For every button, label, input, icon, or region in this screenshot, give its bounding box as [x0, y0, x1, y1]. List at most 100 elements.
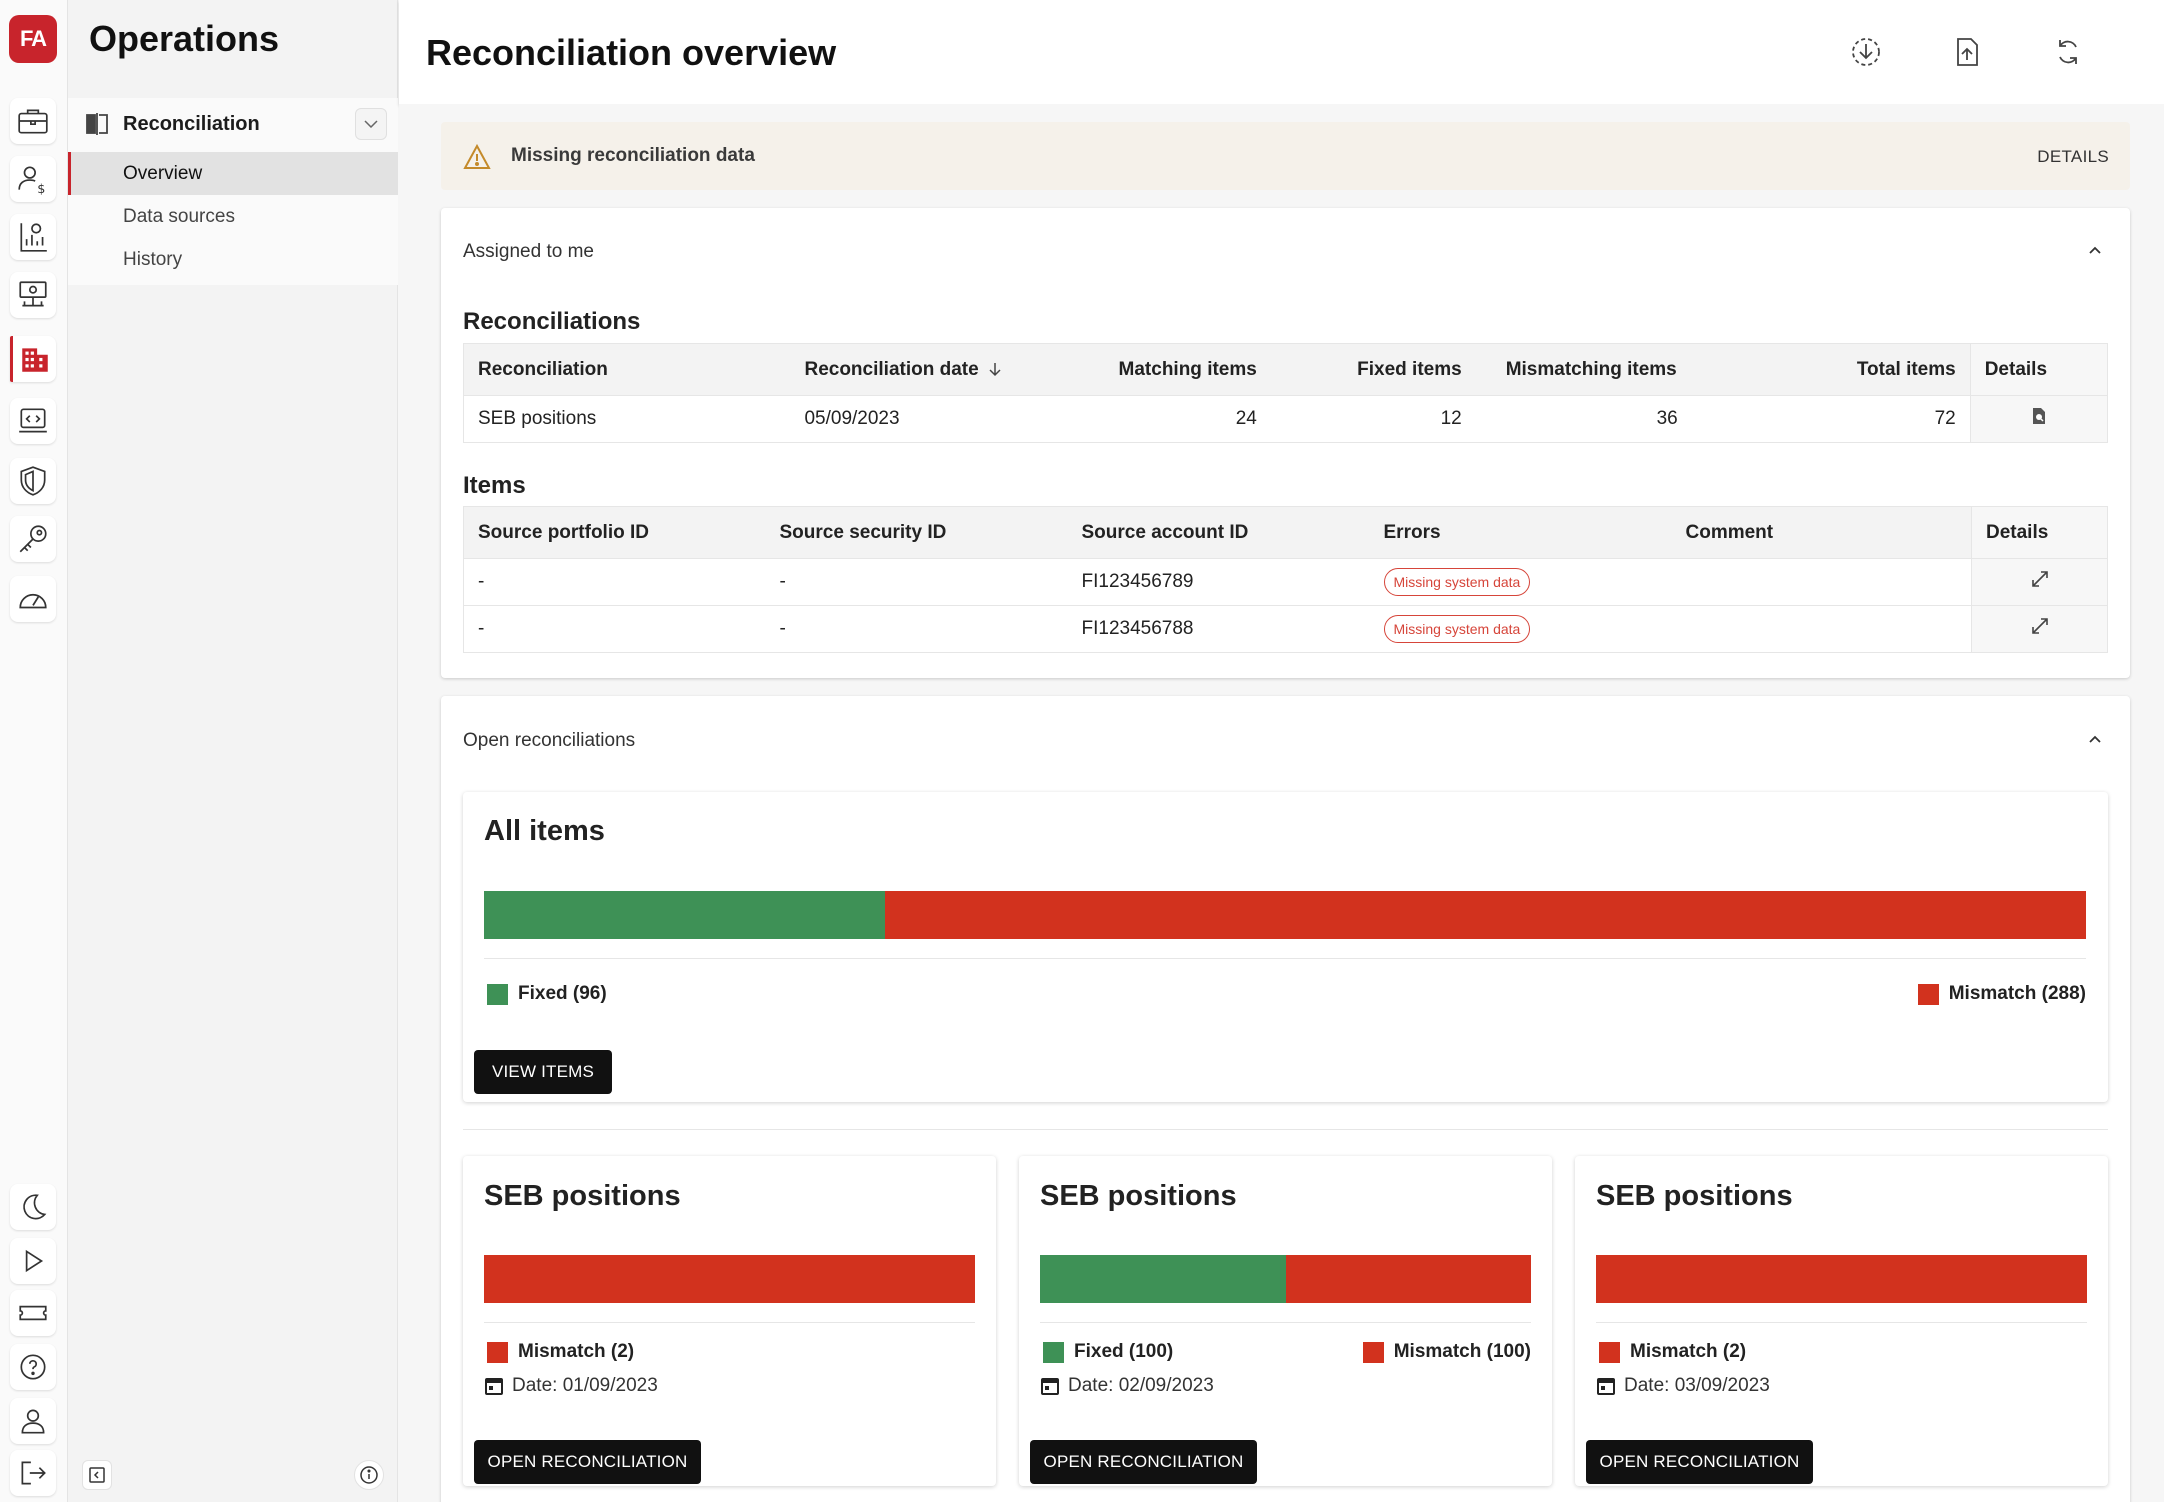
- cell-security: -: [765, 558, 1068, 606]
- open-reconciliation-button[interactable]: OPEN RECONCILIATION: [1586, 1440, 1813, 1484]
- card-bar: [1596, 1255, 2087, 1303]
- expand-icon[interactable]: [2030, 616, 2050, 636]
- table-row[interactable]: - - FI123456788 Missing system data: [463, 605, 2108, 653]
- nav-item-history[interactable]: History: [68, 238, 398, 281]
- legend-mismatch-label: Mismatch (2): [518, 1341, 635, 1362]
- nav-group-reconciliation[interactable]: Reconciliation: [68, 98, 398, 150]
- cell-comment: [1671, 605, 1972, 653]
- sort-down-icon[interactable]: [987, 361, 1003, 377]
- document-search-icon[interactable]: [2030, 407, 2048, 425]
- cell-details: [1969, 395, 2108, 443]
- open-reconciliation-button[interactable]: OPEN RECONCILIATION: [1030, 1440, 1257, 1484]
- col-reconciliation-date[interactable]: Reconciliation date: [790, 343, 1033, 396]
- icon-rail: FA $: [0, 0, 68, 1502]
- all-items-card: All items Fixed (96) Mismatch (288) VIEW…: [463, 792, 2108, 1102]
- chevron-up-icon[interactable]: [2082, 237, 2108, 263]
- collapse-sidebar-icon[interactable]: [82, 1460, 112, 1490]
- play-icon[interactable]: [10, 1238, 56, 1284]
- col-matching-items[interactable]: Matching items: [1032, 343, 1271, 396]
- reconciliations-title: Reconciliations: [463, 308, 641, 335]
- col-reconciliation-date-label: Reconciliation date: [804, 358, 979, 380]
- cell-reconciliation: SEB positions: [463, 395, 791, 443]
- table-header-row: Source portfolio ID Source security ID S…: [463, 506, 2108, 559]
- reconciliation-card: SEB positions Fixed (100) Mismatch (100)…: [1019, 1156, 1552, 1486]
- cell-security: -: [765, 605, 1068, 653]
- card-date: Date: 02/09/2023: [1040, 1375, 1214, 1397]
- col-details: Details: [1971, 506, 2108, 559]
- col-details: Details: [1969, 343, 2108, 396]
- assigned-panel: Assigned to me Reconciliations Reconcili…: [441, 208, 2130, 678]
- col-errors[interactable]: Errors: [1369, 506, 1672, 559]
- col-reconciliation[interactable]: Reconciliation: [463, 343, 791, 396]
- moon-icon[interactable]: [10, 1184, 56, 1230]
- cell-fixed: 12: [1270, 395, 1476, 443]
- sub-navigation: Operations Reconciliation Overview Data …: [68, 0, 398, 1502]
- legend-swatch-fixed: [487, 983, 508, 1005]
- divider: [484, 1322, 975, 1323]
- legend-fixed-label: Fixed (100): [1074, 1341, 1174, 1362]
- card-title: SEB positions: [1596, 1180, 1793, 1212]
- col-total-items[interactable]: Total items: [1697, 343, 1971, 396]
- key-icon[interactable]: [10, 516, 56, 562]
- compare-icon: [86, 113, 108, 135]
- briefcase-icon[interactable]: [10, 98, 56, 144]
- refresh-icon[interactable]: [2048, 32, 2088, 72]
- legend-mismatch: Mismatch (2): [1599, 1341, 1746, 1363]
- legend-mismatch-label: Mismatch (288): [1948, 983, 2086, 1004]
- col-source-security-id[interactable]: Source security ID: [765, 506, 1068, 559]
- cell-comment: [1671, 558, 1972, 606]
- chevron-down-icon[interactable]: [355, 108, 387, 140]
- all-items-bar: [484, 891, 2086, 939]
- nav-item-data-sources[interactable]: Data sources: [68, 195, 398, 238]
- bar-mismatch-segment: [484, 1255, 975, 1303]
- info-icon[interactable]: [354, 1460, 384, 1490]
- card-bar: [484, 1255, 975, 1303]
- view-items-button[interactable]: VIEW ITEMS: [474, 1050, 612, 1094]
- fa-logo[interactable]: FA: [9, 15, 57, 63]
- page-title: Reconciliation overview: [426, 32, 837, 73]
- user-money-icon[interactable]: $: [10, 156, 56, 202]
- report-chart-icon[interactable]: [10, 214, 56, 260]
- logout-icon[interactable]: [10, 1450, 56, 1496]
- monitor-network-icon[interactable]: [10, 272, 56, 318]
- building-icon[interactable]: [10, 336, 56, 382]
- code-window-icon[interactable]: [10, 398, 56, 444]
- reconciliation-card: SEB positions Mismatch (2) Date: 01/09/2…: [463, 1156, 996, 1486]
- col-mismatching-items[interactable]: Mismatching items: [1475, 343, 1698, 396]
- cell-account: FI123456789: [1067, 558, 1370, 606]
- col-source-portfolio-id[interactable]: Source portfolio ID: [463, 506, 766, 559]
- table-row[interactable]: - - FI123456789 Missing system data: [463, 558, 2108, 606]
- shield-icon[interactable]: [10, 458, 56, 504]
- cell-errors: Missing system data: [1369, 605, 1672, 653]
- page-header: Reconciliation overview: [399, 0, 2164, 104]
- cell-matching: 24: [1032, 395, 1271, 443]
- calendar-icon: [1597, 1378, 1615, 1395]
- nav-items: Overview Data sources History: [68, 150, 398, 285]
- help-icon[interactable]: [10, 1344, 56, 1390]
- speedometer-icon[interactable]: [10, 576, 56, 622]
- expand-icon[interactable]: [2030, 569, 2050, 589]
- user-icon[interactable]: [10, 1398, 56, 1444]
- bar-mismatch-segment: [1285, 1255, 1531, 1303]
- download-icon[interactable]: [1846, 32, 1886, 72]
- open-reconciliation-button[interactable]: OPEN RECONCILIATION: [474, 1440, 701, 1484]
- legend-mismatch: Mismatch (2): [487, 1341, 634, 1363]
- alert-message: Missing reconciliation data: [511, 145, 755, 166]
- ticket-icon[interactable]: [10, 1290, 56, 1336]
- chevron-up-icon[interactable]: [2082, 726, 2108, 752]
- col-source-account-id[interactable]: Source account ID: [1067, 506, 1370, 559]
- svg-text:$: $: [37, 182, 45, 196]
- col-comment[interactable]: Comment: [1671, 506, 1972, 559]
- cell-portfolio: -: [463, 558, 766, 606]
- legend-mismatch: Mismatch (288): [1917, 983, 2086, 1005]
- nav-item-overview[interactable]: Overview: [68, 152, 398, 195]
- table-row[interactable]: SEB positions 05/09/2023 24 12 36 72: [463, 395, 2108, 443]
- alert-details-button[interactable]: DETAILS: [2037, 147, 2109, 167]
- upload-file-icon[interactable]: [1947, 32, 1987, 72]
- divider: [1596, 1322, 2087, 1323]
- legend-swatch-mismatch: [1917, 983, 1939, 1005]
- bar-fixed-segment: [1040, 1255, 1286, 1303]
- reconciliation-card: SEB positions Mismatch (2) Date: 03/09/2…: [1575, 1156, 2108, 1486]
- col-fixed-items[interactable]: Fixed items: [1270, 343, 1476, 396]
- legend-swatch-mismatch: [1362, 1341, 1384, 1363]
